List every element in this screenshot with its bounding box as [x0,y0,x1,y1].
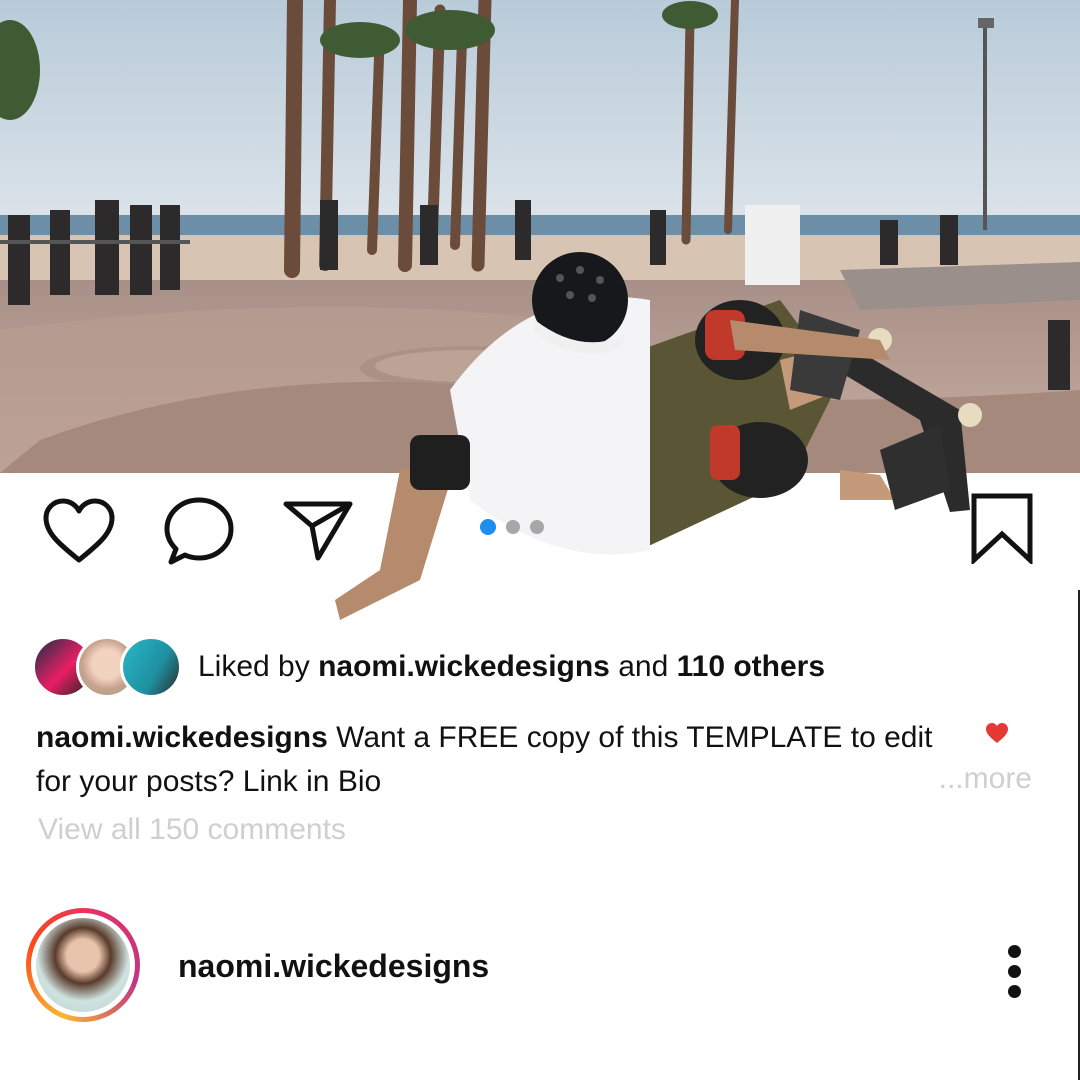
carousel-dot-active[interactable] [480,519,496,535]
caption-more-link[interactable]: ...more [939,762,1032,796]
post-photo[interactable] [0,0,1080,473]
caption-like-heart-icon[interactable] [985,722,1009,744]
carousel-dot[interactable] [530,520,544,534]
liked-by-text: Liked by naomi.wickedesigns and 110 othe… [198,650,825,684]
comment-icon[interactable] [163,496,235,566]
more-vertical-icon[interactable] [1000,945,1028,1001]
liked-by-prefix: Liked by [198,650,310,683]
liked-by-row[interactable]: Liked by naomi.wickedesigns and 110 othe… [32,636,825,698]
author-avatar-photo [36,918,130,1012]
view-all-comments-link[interactable]: View all 150 comments [38,813,346,847]
author-username[interactable]: naomi.wickedesigns [178,948,489,985]
caption-username-link[interactable]: naomi.wickedesigns [36,721,328,754]
share-icon[interactable] [282,498,354,562]
heart-icon[interactable] [42,498,116,564]
liked-by-user-link[interactable]: naomi.wickedesigns [318,650,610,683]
liker-avatars [32,636,182,698]
author-avatar[interactable] [26,908,140,1022]
carousel-indicator[interactable] [480,519,544,535]
liked-by-others-link[interactable]: 110 others [677,650,825,683]
carousel-dot[interactable] [506,520,520,534]
avatar [120,636,182,698]
post-caption: naomi.wickedesigns Want a FREE copy of t… [36,716,956,804]
liked-by-and: and [618,650,669,683]
bookmark-icon[interactable] [970,492,1034,564]
